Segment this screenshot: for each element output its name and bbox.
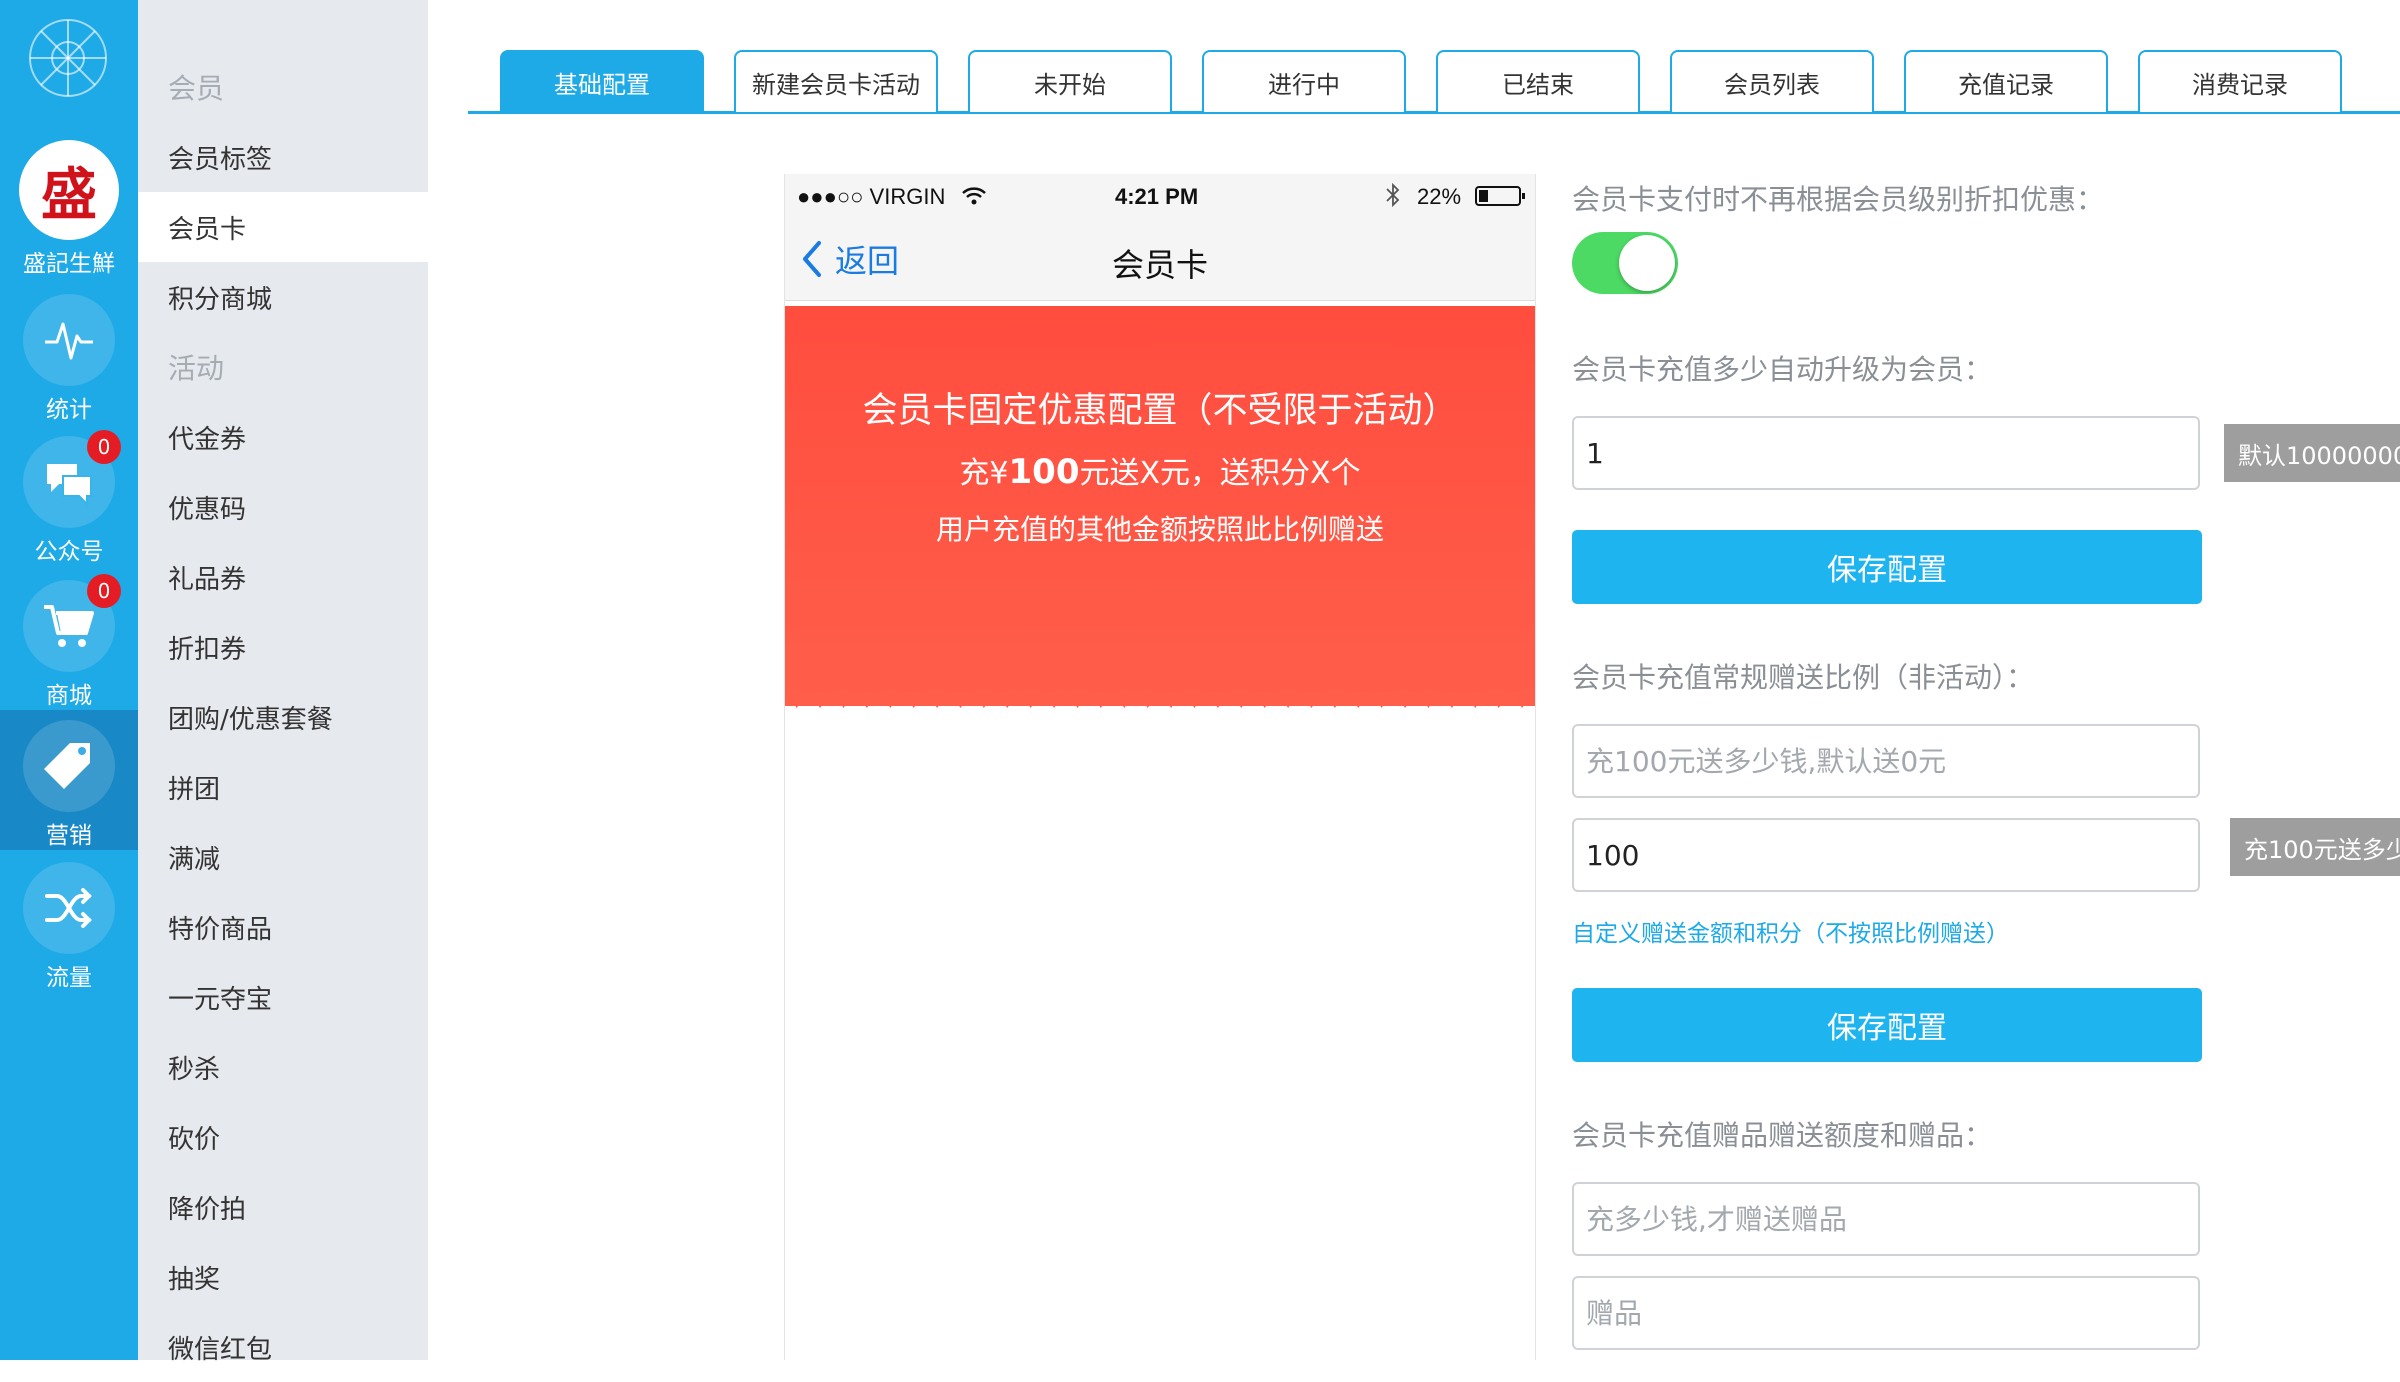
gift-amount-input[interactable] [1572, 1182, 2200, 1256]
ratio-amount-input[interactable] [1572, 724, 2200, 798]
card-offer-line: 充¥100元送X元，送积分X个 [785, 448, 1535, 492]
rail-chat-circle: 0 [23, 430, 121, 528]
ratio-value-input[interactable] [1572, 818, 2200, 892]
section-activity: 活动 [168, 352, 225, 385]
rail-cart-circle: 0 [23, 574, 121, 672]
label-auto-upgrade: 会员卡充值多少自动升级为会员： [1572, 353, 1993, 386]
subnav-one-yuan[interactable]: 一元夺宝 [138, 962, 428, 1032]
rail-item-stats[interactable]: 统计 [0, 288, 138, 428]
subnav-full-reduction[interactable]: 满减 [138, 822, 428, 892]
wifi-icon [962, 187, 986, 205]
phone-title: 会员卡 [1111, 246, 1208, 284]
rail-item-traffic[interactable]: 流量 [0, 856, 138, 996]
auto-upgrade-hint: 默认10000000 [2224, 424, 2400, 482]
subnav-special-goods[interactable]: 特价商品 [138, 892, 428, 962]
label-no-level-discount: 会员卡支付时不再根据会员级别折扣优惠： [1572, 183, 2105, 216]
no-level-discount-toggle[interactable] [1572, 232, 1678, 294]
tab-in-progress[interactable]: 进行中 [1202, 50, 1406, 112]
rail-item-official-account[interactable]: 0 公众号 [0, 430, 138, 570]
section-member: 会员 [168, 72, 225, 105]
secondary-sidebar: 会员 会员标签 会员卡 积分商城 活动 代金券 优惠码 礼品券 折扣券 团购/优… [138, 0, 428, 1365]
subnav-flash-sale[interactable]: 秒杀 [138, 1032, 428, 1102]
subnav-price-drop[interactable]: 降价拍 [138, 1172, 428, 1242]
rail-label-mall: 商城 [46, 683, 92, 709]
card-offer-suffix: 元送X元，送积分X个 [1079, 456, 1361, 491]
custom-gift-link[interactable]: 自定义赠送金额和积分（不按照比例赠送） [1572, 914, 2009, 948]
rail-item-mall[interactable]: 0 商城 [0, 574, 138, 714]
save-upgrade-button[interactable]: 保存配置 [1572, 530, 2202, 604]
subnav-member-tag[interactable]: 会员标签 [138, 122, 428, 192]
subnav-wechat-red[interactable]: 微信红包 [138, 1312, 428, 1382]
brand-char: 盛 [41, 161, 97, 228]
ratio-hint: 充100元送多少 [2230, 818, 2400, 876]
subnav-promo-code[interactable]: 优惠码 [138, 472, 428, 542]
rail-item-marketing[interactable]: 营销 [0, 710, 138, 850]
subnav-member-card[interactable]: 会员卡 [138, 192, 428, 262]
subnav-group-package[interactable]: 团购/优惠套餐 [138, 682, 428, 752]
member-card-banner: 会员卡固定优惠配置（不受限于活动） 充¥100元送X元，送积分X个 用户充值的其… [785, 306, 1535, 706]
subnav-gift-coupon[interactable]: 礼品券 [138, 542, 428, 612]
brand-item[interactable]: 盛 盛記生鮮 [0, 140, 138, 280]
subnav-points-mall[interactable]: 积分商城 [138, 262, 428, 332]
rail-label-traffic: 流量 [46, 965, 92, 991]
tab-bar: 基础配置 新建会员卡活动 未开始 进行中 已结束 会员列表 充值记录 消费记录 [468, 48, 2400, 114]
save-ratio-button[interactable]: 保存配置 [1572, 988, 2202, 1062]
label-gift: 会员卡充值赠品赠送额度和赠品： [1572, 1119, 1993, 1152]
chat-icon [47, 464, 92, 507]
rail-label-stats: 统计 [46, 397, 92, 423]
subnav-group-buy[interactable]: 拼团 [138, 752, 428, 822]
subnav-bargain[interactable]: 砍价 [138, 1102, 428, 1172]
official-account-badge: 0 [87, 430, 121, 464]
battery-icon [1475, 186, 1525, 206]
rail-label-official-account: 公众号 [34, 539, 104, 565]
phone-preview: ●●●○○ VIRGIN 4:21 PM 22% 返回 会员卡 会员卡固定优惠配… [784, 174, 1536, 1360]
toggle-knob [1619, 235, 1675, 291]
brand-name: 盛記生鮮 [23, 251, 115, 277]
battery-percent: 22% [1417, 184, 1462, 209]
status-time: 4:21 PM [1115, 184, 1199, 209]
phone-status-bar: ●●●○○ VIRGIN 4:21 PM 22% [785, 174, 1535, 218]
card-zigzag-edge [785, 690, 1535, 708]
bluetooth-icon [1386, 183, 1400, 207]
rail-label-marketing: 营销 [46, 823, 92, 849]
tab-new-activity[interactable]: 新建会员卡活动 [734, 50, 938, 112]
rail-shuffle-circle [23, 862, 115, 954]
mall-badge: 0 [87, 574, 121, 608]
phone-nav-bar: 返回 会员卡 [785, 218, 1535, 301]
rail-stats-circle [23, 294, 115, 386]
tag-icon [44, 743, 90, 789]
globe-icon [29, 19, 107, 97]
carrier-text: ●●●○○ VIRGIN [797, 184, 946, 209]
subnav-coupon[interactable]: 代金券 [138, 402, 428, 472]
tab-consume-log[interactable]: 消费记录 [2138, 50, 2342, 112]
tab-not-started[interactable]: 未开始 [968, 50, 1172, 112]
gift-input[interactable] [1572, 1276, 2200, 1350]
brand-logo: 盛 [19, 140, 119, 240]
card-offer-prefix: 充¥ [959, 456, 1009, 491]
tab-basic-config[interactable]: 基础配置 [500, 50, 704, 112]
subnav-discount-coupon[interactable]: 折扣券 [138, 612, 428, 682]
card-note: 用户充值的其他金额按照此比例赠送 [935, 513, 1384, 546]
card-offer-amount: 100 [1008, 452, 1080, 492]
shuffle-icon [45, 888, 92, 928]
tab-recharge-log[interactable]: 充值记录 [1904, 50, 2108, 112]
icon-rail: 盛 盛記生鮮 统计 0 公众号 0 商城 营销 流量 [0, 0, 138, 1360]
label-ratio: 会员卡充值常规赠送比例（非活动）： [1572, 661, 2035, 694]
tab-member-list[interactable]: 会员列表 [1670, 50, 1874, 112]
tab-ended[interactable]: 已结束 [1436, 50, 1640, 112]
subnav-lottery[interactable]: 抽奖 [138, 1242, 428, 1312]
auto-upgrade-input[interactable] [1572, 416, 2200, 490]
cart-icon [44, 605, 94, 647]
card-headline: 会员卡固定优惠配置（不受限于活动） [862, 391, 1458, 431]
pulse-icon [45, 322, 93, 360]
rail-tag-circle [23, 720, 115, 812]
